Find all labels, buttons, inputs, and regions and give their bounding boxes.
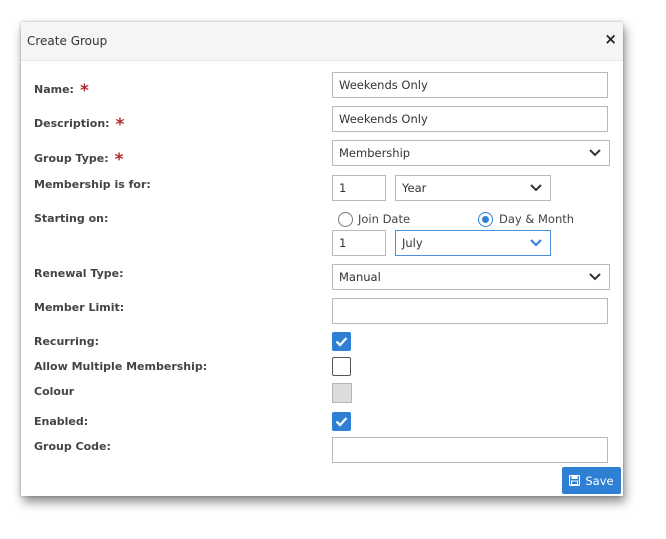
member-limit-label-text: Member Limit: — [34, 301, 125, 314]
allow-multiple-checkbox[interactable] — [332, 357, 351, 376]
renewal-type-label: Renewal Type: — [34, 267, 124, 280]
required-marker: * — [79, 81, 89, 101]
start-month-select[interactable]: July — [395, 230, 551, 256]
membership-for-label-text: Membership is for: — [34, 178, 151, 191]
group-code-input[interactable] — [332, 437, 608, 463]
colour-label-text: Colour — [34, 385, 75, 398]
floppy-disk-icon — [569, 475, 581, 486]
radio-join-date-label: Join Date — [358, 212, 411, 226]
save-button[interactable]: Save — [562, 467, 621, 494]
chevron-down-icon — [589, 273, 601, 281]
save-button-label: Save — [585, 473, 614, 488]
description-input[interactable]: Weekends Only — [332, 106, 608, 132]
start-day-value: 1 — [339, 236, 347, 250]
required-marker: * — [114, 150, 124, 170]
membership-amount-input[interactable]: 1 — [332, 175, 386, 201]
starting-on-label-text: Starting on: — [34, 212, 109, 225]
group-type-select[interactable]: Membership — [332, 140, 610, 166]
allow-multiple-label-text: Allow Multiple Membership: — [34, 360, 208, 373]
chevron-down-icon — [530, 239, 542, 247]
radio-day-month[interactable] — [478, 212, 493, 227]
group-type-selected: Membership — [339, 146, 411, 160]
renewal-type-selected: Manual — [339, 270, 381, 284]
start-month-selected: July — [402, 236, 423, 250]
name-label-text: Name: — [34, 83, 74, 96]
chevron-down-icon — [530, 184, 542, 192]
name-label: Name: * — [34, 78, 89, 101]
allow-multiple-label: Allow Multiple Membership: — [34, 360, 207, 373]
renewal-type-label-text: Renewal Type: — [34, 267, 124, 280]
description-label: Description: * — [34, 112, 125, 135]
close-icon[interactable]: × — [604, 31, 617, 47]
recurring-label-text: Recurring: — [34, 335, 100, 348]
group-code-label-text: Group Code: — [34, 440, 111, 453]
description-input-value: Weekends Only — [339, 112, 428, 126]
membership-unit-selected: Year — [402, 181, 427, 195]
enabled-label: Enabled: — [34, 415, 88, 428]
create-group-dialog: Create Group × Name: * Weekends Only Desc… — [21, 22, 623, 496]
chevron-down-icon — [589, 149, 601, 157]
dialog-title: Create Group — [27, 34, 108, 48]
recurring-checkbox[interactable] — [332, 332, 351, 351]
membership-unit-select[interactable]: Year — [395, 175, 551, 201]
group-code-label: Group Code: — [34, 440, 111, 453]
checkmark-icon — [335, 417, 348, 427]
radio-day-month-label: Day & Month — [499, 212, 575, 226]
name-input[interactable]: Weekends Only — [332, 72, 608, 98]
colour-swatch[interactable] — [332, 383, 352, 403]
group-type-label-text: Group Type: — [34, 152, 109, 165]
start-day-input[interactable]: 1 — [332, 230, 386, 256]
member-limit-label: Member Limit: — [34, 301, 124, 314]
group-type-label: Group Type: * — [34, 147, 124, 170]
colour-label: Colour — [34, 385, 74, 398]
name-input-value: Weekends Only — [339, 78, 428, 92]
radio-join-date[interactable] — [338, 212, 353, 227]
membership-amount-value: 1 — [339, 181, 347, 195]
enabled-checkbox[interactable] — [332, 412, 351, 431]
member-limit-input[interactable] — [332, 298, 608, 324]
enabled-label-text: Enabled: — [34, 415, 89, 428]
membership-for-label: Membership is for: — [34, 178, 151, 191]
recurring-label: Recurring: — [34, 335, 99, 348]
checkmark-icon — [335, 337, 348, 347]
starting-on-label: Starting on: — [34, 212, 108, 225]
description-label-text: Description: — [34, 117, 110, 130]
renewal-type-select[interactable]: Manual — [332, 264, 610, 290]
required-marker: * — [115, 115, 125, 135]
dialog-header: Create Group × — [21, 22, 623, 61]
